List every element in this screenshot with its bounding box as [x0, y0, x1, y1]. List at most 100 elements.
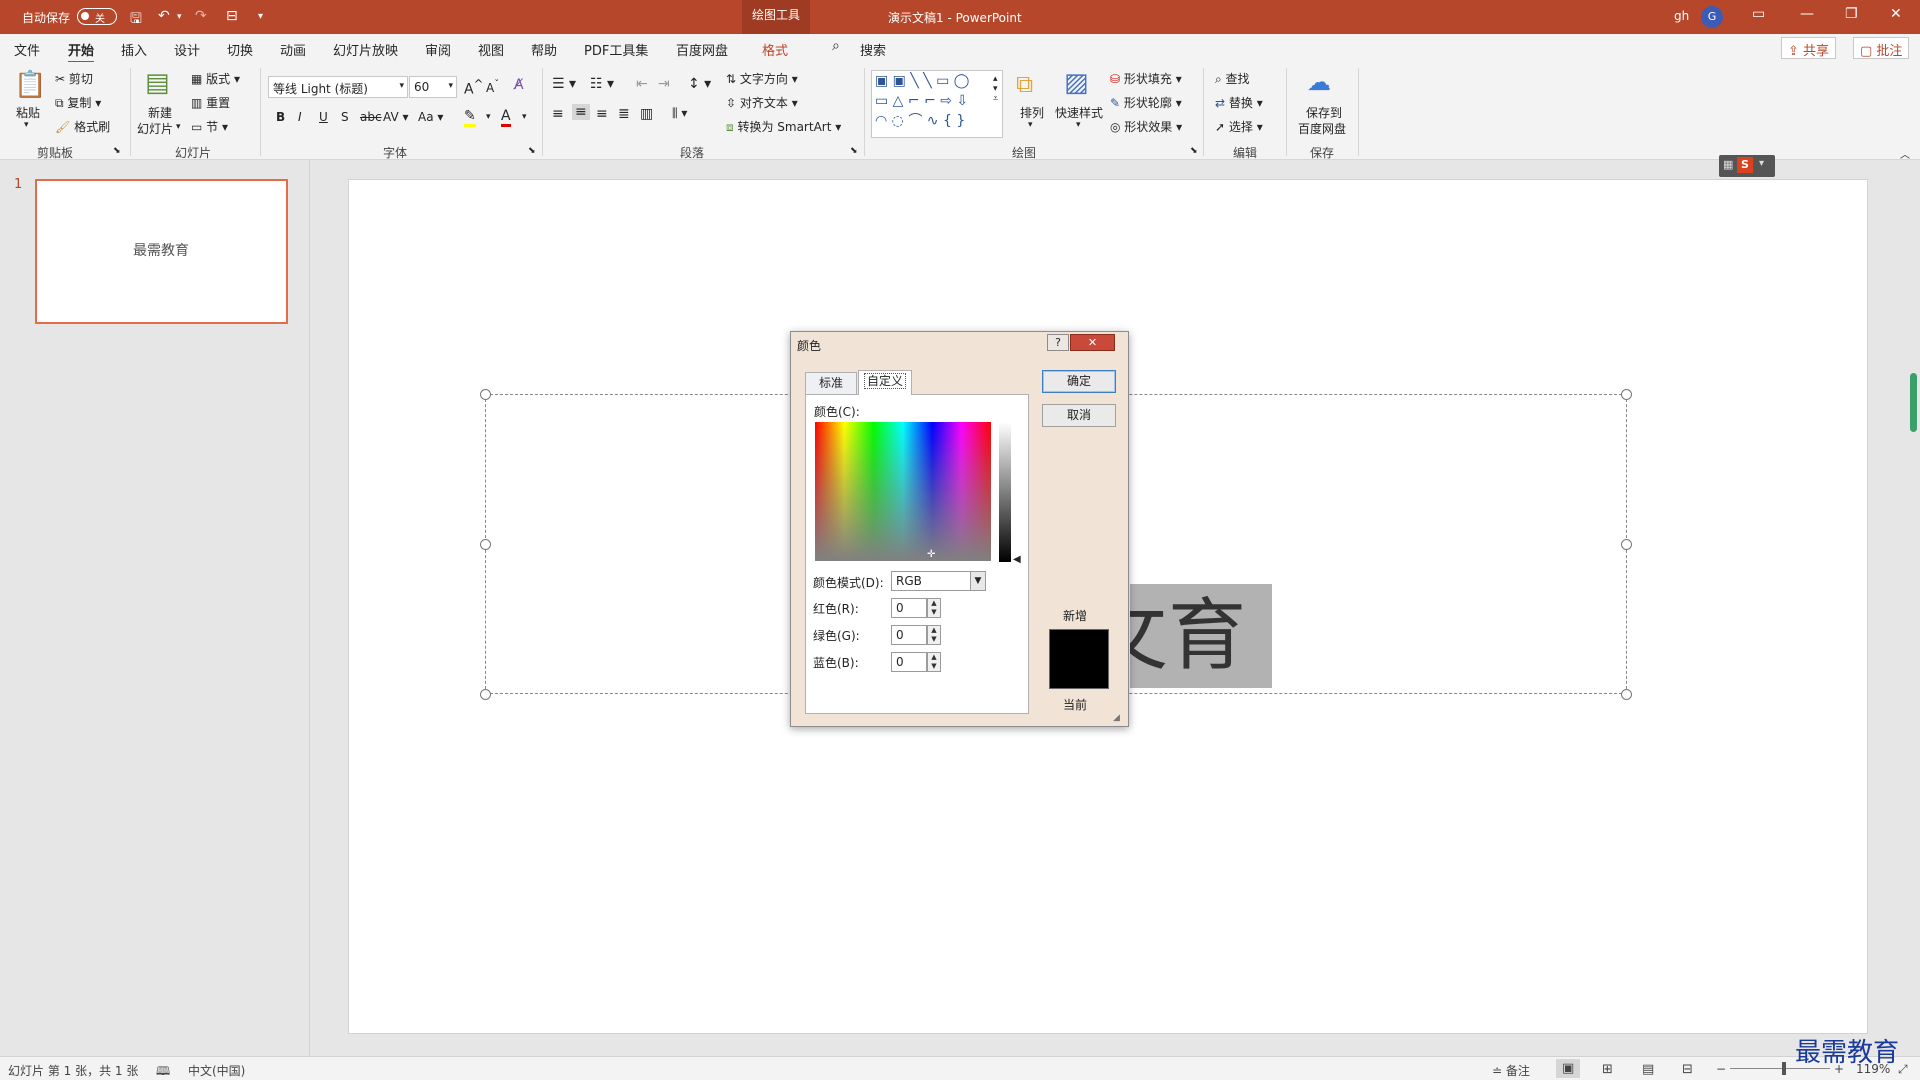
- dialog-title-bar[interactable]: 颜色 ? ✕: [791, 332, 1128, 354]
- undo-dropdown-icon[interactable]: ▾: [177, 12, 182, 22]
- text-direction-button[interactable]: ⇅ 文字方向 ▾: [726, 70, 798, 87]
- ribbon-display-icon[interactable]: ▭: [1752, 6, 1765, 22]
- tab-home[interactable]: 开始: [68, 40, 95, 64]
- green-spinner[interactable]: ▲ ▼: [927, 625, 941, 645]
- line-spacing-icon[interactable]: ↕ ▾: [688, 76, 711, 92]
- tab-animations[interactable]: 动画: [280, 40, 306, 59]
- section-button[interactable]: ▭ 节 ▾: [191, 118, 228, 135]
- accessibility-icon[interactable]: 🕮: [156, 1062, 170, 1080]
- minimize-icon[interactable]: —: [1800, 6, 1814, 22]
- drawing-launcher-icon[interactable]: ⬊: [1190, 146, 1198, 156]
- font-launcher-icon[interactable]: ⬊: [528, 146, 536, 156]
- char-spacing-button[interactable]: AV ▾: [383, 110, 409, 124]
- tab-file[interactable]: 文件: [14, 40, 40, 59]
- find-button[interactable]: ⌕ 查找: [1215, 70, 1250, 87]
- new-slide-label[interactable]: 新建: [148, 104, 172, 121]
- font-color-icon[interactable]: A: [501, 108, 511, 127]
- align-right-icon[interactable]: ≡: [596, 106, 608, 122]
- new-slide-label-2[interactable]: 幻灯片: [137, 120, 173, 137]
- help-button[interactable]: ?: [1047, 334, 1069, 351]
- zoom-slider-thumb[interactable]: [1782, 1062, 1786, 1075]
- tab-help[interactable]: 帮助: [531, 40, 557, 59]
- search-icon[interactable]: ⌕: [832, 38, 840, 54]
- tab-transitions[interactable]: 切换: [227, 40, 253, 59]
- cut-button[interactable]: ✂ 剪切: [55, 70, 93, 87]
- ime-toolbar[interactable]: ▦ S ▾: [1719, 155, 1775, 177]
- resize-handle[interactable]: [480, 689, 491, 700]
- smartart-button[interactable]: ⧈ 转换为 SmartArt ▾: [726, 118, 841, 135]
- font-name-combo[interactable]: 等线 Light (标题) ▾: [268, 76, 408, 98]
- shapes-row-1-icon[interactable]: ▣ ▣ ╲ ╲ ▭ ◯: [875, 71, 1002, 91]
- paste-label[interactable]: 粘贴: [16, 104, 40, 121]
- chevron-down-icon[interactable]: ▾: [1759, 158, 1764, 169]
- reading-view-icon[interactable]: ▤: [1642, 1062, 1654, 1077]
- luminance-arrow-icon[interactable]: ◀: [1013, 554, 1021, 565]
- strikethrough-button[interactable]: abc: [360, 110, 382, 124]
- font-size-combo[interactable]: 60 ▾: [409, 76, 457, 98]
- tab-baidu-netdisk[interactable]: 百度网盘: [676, 40, 728, 59]
- tab-review[interactable]: 审阅: [425, 40, 451, 59]
- baidu-cloud-icon[interactable]: ☁: [1307, 68, 1331, 96]
- copy-button[interactable]: ⧉ 复制 ▾: [55, 94, 101, 111]
- vertical-scrollbar-thumb[interactable]: [1910, 373, 1917, 432]
- increase-font-icon[interactable]: A^: [464, 77, 483, 98]
- tab-custom[interactable]: 自定义: [858, 370, 912, 395]
- tab-view[interactable]: 视图: [478, 40, 504, 59]
- arrange-dropdown-icon[interactable]: ▾: [1028, 120, 1033, 130]
- selected-title-text[interactable]: 攵育: [1130, 584, 1272, 688]
- normal-view-icon[interactable]: ▣: [1556, 1059, 1581, 1078]
- resize-handle[interactable]: [480, 539, 491, 550]
- color-mode-select[interactable]: RGB ▼: [891, 571, 986, 591]
- chevron-down-icon[interactable]: ▾: [522, 112, 527, 122]
- tab-design[interactable]: 设计: [174, 40, 200, 59]
- increase-indent-icon[interactable]: ⇥: [658, 76, 670, 92]
- arrange-icon[interactable]: ⧉: [1016, 70, 1033, 98]
- resize-handle[interactable]: [1621, 689, 1632, 700]
- align-left-icon[interactable]: ≡: [552, 106, 564, 122]
- ok-button[interactable]: 确定: [1042, 370, 1116, 393]
- select-button[interactable]: ➚ 选择 ▾: [1215, 118, 1263, 135]
- bold-button[interactable]: B: [276, 110, 285, 124]
- replace-button[interactable]: ⇄ 替换 ▾: [1215, 94, 1263, 111]
- customize-qat-icon[interactable]: ▾: [258, 11, 263, 22]
- resize-handle[interactable]: [480, 389, 491, 400]
- blue-spinner[interactable]: ▲ ▼: [927, 652, 941, 672]
- close-icon[interactable]: ✕: [1890, 6, 1902, 22]
- format-painter-button[interactable]: 🖌 格式刷: [55, 118, 110, 135]
- clipboard-launcher-icon[interactable]: ⬊: [113, 146, 121, 156]
- quick-styles-dropdown-icon[interactable]: ▾: [1076, 120, 1081, 130]
- quick-styles-label[interactable]: 快速样式: [1055, 104, 1103, 121]
- tab-slideshow[interactable]: 幻灯片放映: [333, 40, 398, 59]
- share-button[interactable]: ⇪ 共享: [1781, 37, 1837, 59]
- align-text-button[interactable]: ⇳ 对齐文本 ▾: [726, 94, 798, 111]
- shadow-button[interactable]: S: [341, 110, 349, 124]
- shape-effects-button[interactable]: ◎ 形状效果 ▾: [1110, 118, 1182, 135]
- tab-pdf-tools[interactable]: PDF工具集: [584, 40, 648, 59]
- avatar[interactable]: G: [1701, 6, 1723, 28]
- slide-sorter-icon[interactable]: ⊞: [1602, 1062, 1613, 1077]
- reset-button[interactable]: ▥ 重置: [191, 94, 230, 111]
- tab-insert[interactable]: 插入: [121, 40, 147, 59]
- shapes-row-3-icon[interactable]: ◠ ◌ ⌒ ∿ { }: [875, 111, 1002, 131]
- blue-input[interactable]: 0: [891, 652, 927, 672]
- zoom-out-icon[interactable]: −: [1716, 1062, 1726, 1076]
- red-input[interactable]: 0: [891, 598, 927, 618]
- grid-icon[interactable]: ▦: [1723, 158, 1733, 171]
- numbering-icon[interactable]: ☷ ▾: [590, 76, 614, 92]
- tab-format[interactable]: 格式: [762, 40, 788, 59]
- restore-icon[interactable]: ❐: [1845, 6, 1858, 22]
- slideshow-view-icon[interactable]: ⊟: [1682, 1062, 1693, 1077]
- shapes-row-2-icon[interactable]: ▭ △ ⌐ ⌐ ⇨ ⇩: [875, 91, 1002, 111]
- paragraph-launcher-icon[interactable]: ⬊: [850, 146, 858, 156]
- distribute-icon[interactable]: ▥: [640, 106, 653, 122]
- new-slide-dropdown-icon[interactable]: ▾: [176, 122, 181, 132]
- present-icon[interactable]: ⊟: [226, 8, 238, 24]
- clear-format-icon[interactable]: A̸: [514, 77, 524, 93]
- color-spectrum[interactable]: ✛: [815, 422, 991, 561]
- tab-standard[interactable]: 标准: [805, 372, 857, 394]
- comments-button[interactable]: ▢ 批注: [1853, 37, 1910, 59]
- save-to-label[interactable]: 保存到: [1306, 104, 1342, 121]
- new-slide-icon[interactable]: ▤: [145, 68, 170, 98]
- arrange-label[interactable]: 排列: [1020, 104, 1044, 121]
- dialog-close-button[interactable]: ✕: [1070, 334, 1115, 351]
